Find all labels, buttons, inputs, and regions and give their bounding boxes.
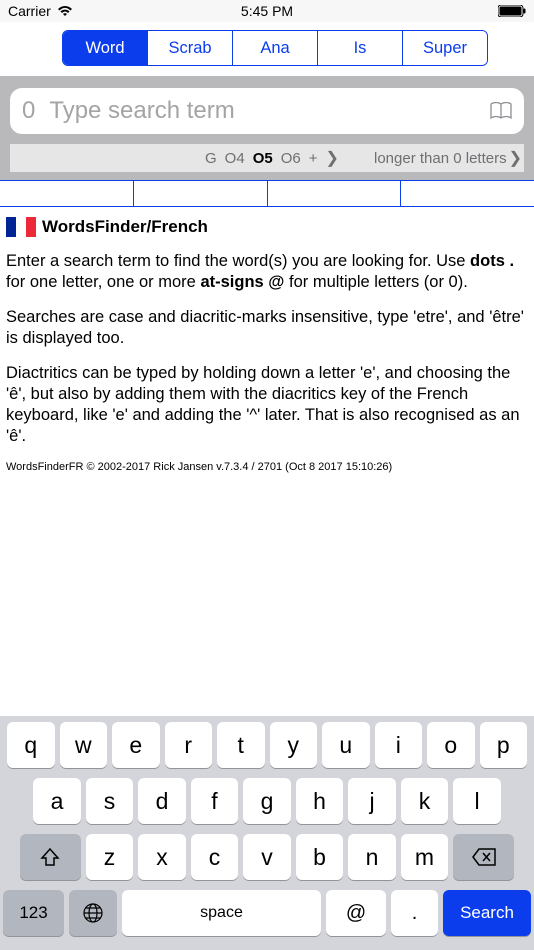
- wifi-icon: [57, 5, 73, 17]
- globe-icon: [82, 902, 104, 924]
- key-p[interactable]: p: [480, 722, 528, 768]
- pager-cell[interactable]: [401, 181, 534, 206]
- shift-icon: [40, 847, 60, 867]
- key-z[interactable]: z: [86, 834, 134, 880]
- key-y[interactable]: y: [270, 722, 318, 768]
- key-n[interactable]: n: [348, 834, 396, 880]
- tab-word[interactable]: Word: [63, 31, 148, 65]
- filter-g: G: [205, 150, 217, 167]
- globe-key[interactable]: [69, 890, 117, 936]
- shift-key[interactable]: [20, 834, 81, 880]
- help-paragraph-2: Searches are case and diacritic-marks in…: [6, 307, 528, 349]
- help-paragraph-1: Enter a search term to find the word(s) …: [6, 251, 528, 293]
- filter-o5: O5: [253, 150, 273, 167]
- pager-cell[interactable]: [268, 181, 402, 206]
- key-row-4: 123 space @ . Search: [3, 890, 531, 936]
- app-title: WordsFinder/French: [42, 217, 208, 237]
- search-input[interactable]: [49, 97, 490, 125]
- status-bar: Carrier 5:45 PM: [0, 0, 534, 22]
- key-a[interactable]: a: [33, 778, 81, 824]
- key-row-3: zxcvbnm: [3, 834, 531, 880]
- search-key[interactable]: Search: [443, 890, 531, 936]
- status-time: 5:45 PM: [241, 3, 293, 19]
- key-j[interactable]: j: [348, 778, 396, 824]
- at-key[interactable]: @: [326, 890, 386, 936]
- pager-cell[interactable]: [0, 181, 134, 206]
- numbers-key[interactable]: 123: [3, 890, 64, 936]
- key-l[interactable]: l: [453, 778, 501, 824]
- filter-o6: O6: [281, 150, 301, 167]
- key-s[interactable]: s: [86, 778, 134, 824]
- key-k[interactable]: k: [401, 778, 449, 824]
- france-flag-icon: [6, 217, 36, 237]
- p1c: for one letter, one or more: [6, 273, 200, 291]
- key-f[interactable]: f: [191, 778, 239, 824]
- filter-plus: +: [309, 150, 318, 167]
- tab-is-label: Is: [354, 39, 367, 58]
- numbers-key-label: 123: [19, 903, 47, 923]
- key-c[interactable]: c: [191, 834, 239, 880]
- letter-filter-label: longer than 0 letters: [374, 150, 507, 167]
- key-d[interactable]: d: [138, 778, 186, 824]
- dot-key-label: .: [412, 902, 418, 925]
- length-filter[interactable]: G O4 O5 O6 + ❯: [205, 148, 339, 168]
- tab-super[interactable]: Super: [403, 31, 487, 65]
- p1e: for multiple letters (or 0).: [289, 273, 468, 291]
- p1a: Enter a search term to find the word(s) …: [6, 252, 470, 270]
- key-q[interactable]: q: [7, 722, 55, 768]
- mode-tabs: Word Scrab Ana Is Super: [62, 30, 488, 66]
- key-m[interactable]: m: [401, 834, 449, 880]
- chevron-right-icon: ❯: [509, 148, 522, 168]
- p1d: at-signs @: [200, 273, 289, 291]
- letter-filter[interactable]: longer than 0 letters ❯: [374, 148, 522, 168]
- key-w[interactable]: w: [60, 722, 108, 768]
- key-t[interactable]: t: [217, 722, 265, 768]
- key-v[interactable]: v: [243, 834, 291, 880]
- tab-scrab-label: Scrab: [168, 39, 211, 58]
- key-b[interactable]: b: [296, 834, 344, 880]
- filter-row: G O4 O5 O6 + ❯ longer than 0 letters ❯: [10, 144, 524, 172]
- carrier-label: Carrier: [8, 3, 51, 19]
- search-box: 0: [10, 88, 524, 134]
- backspace-key[interactable]: [453, 834, 514, 880]
- key-h[interactable]: h: [296, 778, 344, 824]
- key-u[interactable]: u: [322, 722, 370, 768]
- keyboard: qwertyuiop asdfghjkl zxcvbnm 123 space @…: [0, 716, 534, 950]
- pager-row: [0, 180, 534, 207]
- dot-key[interactable]: .: [391, 890, 438, 936]
- key-e[interactable]: e: [112, 722, 160, 768]
- battery-icon: [498, 5, 526, 17]
- filter-o4: O4: [225, 150, 245, 167]
- search-area: 0 G O4 O5 O6 + ❯ longer than 0 letters ❯: [0, 76, 534, 180]
- key-r[interactable]: r: [165, 722, 213, 768]
- chevron-right-icon: ❯: [325, 148, 338, 168]
- key-row-2: asdfghjkl: [3, 778, 531, 824]
- result-count: 0: [22, 97, 35, 125]
- search-key-label: Search: [460, 903, 514, 923]
- bookmark-icon[interactable]: [490, 102, 512, 120]
- key-x[interactable]: x: [138, 834, 186, 880]
- space-key-label: space: [200, 904, 243, 922]
- tab-word-label: Word: [85, 39, 124, 58]
- key-row-1: qwertyuiop: [3, 722, 531, 768]
- copyright-label: WordsFinderFR © 2002-2017 Rick Jansen v.…: [6, 461, 528, 473]
- tab-ana[interactable]: Ana: [233, 31, 318, 65]
- key-i[interactable]: i: [375, 722, 423, 768]
- key-o[interactable]: o: [427, 722, 475, 768]
- space-key[interactable]: space: [122, 890, 321, 936]
- help-paragraph-3: Diactritics can be typed by holding down…: [6, 363, 528, 447]
- content-area: WordsFinder/French Enter a search term t…: [0, 207, 534, 479]
- pager-cell[interactable]: [134, 181, 268, 206]
- title-row: WordsFinder/French: [6, 217, 528, 237]
- backspace-icon: [472, 848, 496, 866]
- tab-is[interactable]: Is: [318, 31, 403, 65]
- tab-super-label: Super: [423, 39, 467, 58]
- at-key-label: @: [346, 902, 366, 925]
- p1b: dots .: [470, 252, 514, 270]
- tab-ana-label: Ana: [260, 39, 289, 58]
- key-g[interactable]: g: [243, 778, 291, 824]
- tab-scrab[interactable]: Scrab: [148, 31, 233, 65]
